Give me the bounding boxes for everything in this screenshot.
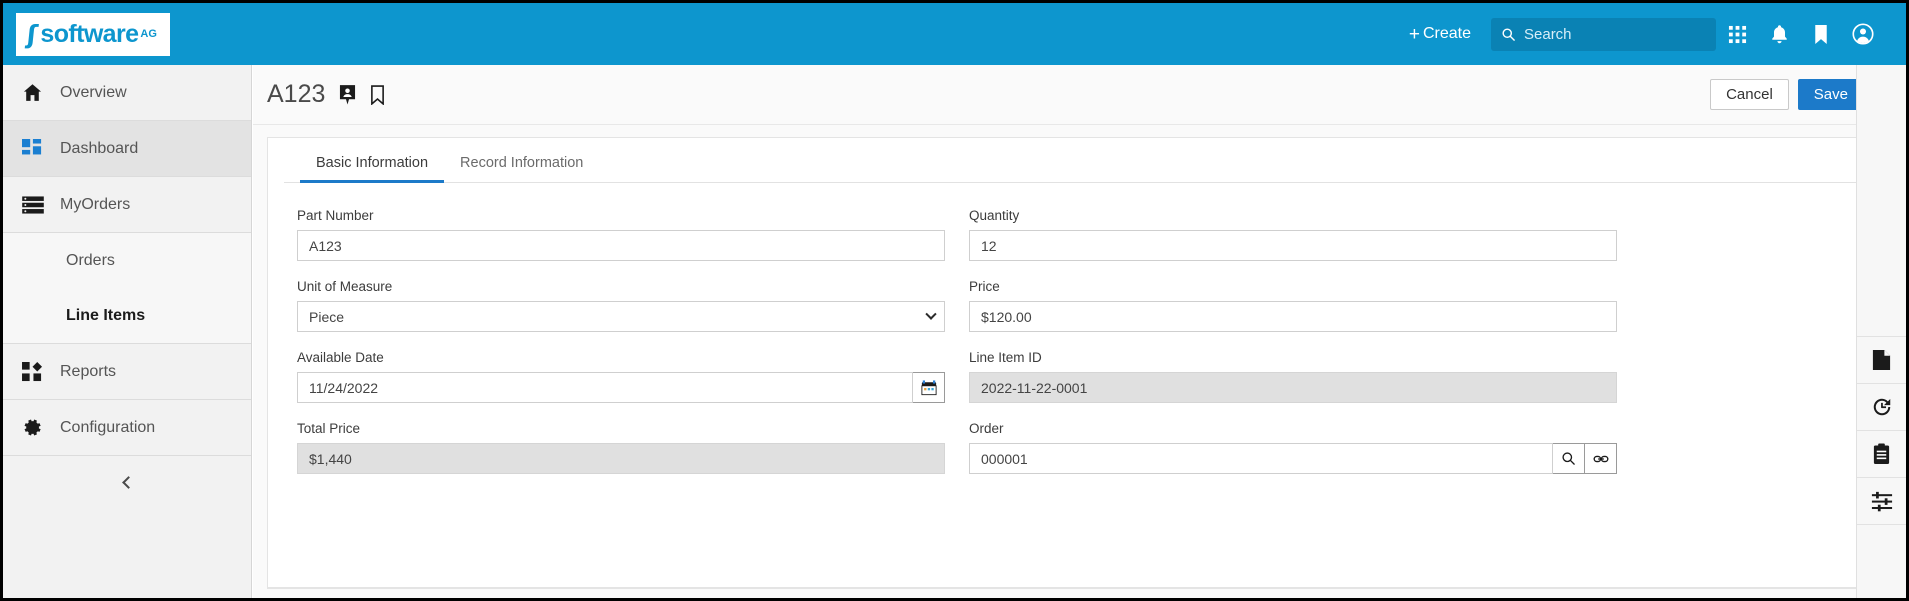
sidebar-subitem-label: Line Items bbox=[66, 306, 146, 324]
form-column-right: Quantity 12 Price $120.00 Line Item ID 2… bbox=[969, 208, 1617, 492]
plus-icon: + bbox=[1408, 23, 1420, 45]
software-ag-logo[interactable]: ʃ software AG bbox=[16, 12, 170, 56]
sidebar-item-reports[interactable]: Reports bbox=[3, 344, 251, 400]
bookmark-icon[interactable] bbox=[1800, 3, 1842, 65]
app-grid-icon[interactable] bbox=[1716, 3, 1758, 65]
form-fields-grid: Part Number A123 Unit of Measure Piece A… bbox=[268, 183, 1884, 492]
logo-wordmark: software bbox=[40, 19, 139, 48]
rail-spacer bbox=[1857, 65, 1906, 337]
application-window: ʃ software AG + Create Search Overview D… bbox=[0, 0, 1909, 601]
unit-of-measure-select[interactable]: Piece bbox=[297, 301, 945, 332]
chevron-left-icon bbox=[122, 475, 135, 489]
sidebar-subitem-orders[interactable]: Orders bbox=[3, 233, 251, 288]
global-header: ʃ software AG + Create Search bbox=[3, 3, 1906, 65]
create-button-label: Create bbox=[1422, 25, 1471, 42]
tab-record-information[interactable]: Record Information bbox=[444, 155, 599, 182]
sidebar-item-label: Dashboard bbox=[60, 139, 139, 157]
field-part-number: Part Number A123 bbox=[297, 208, 945, 261]
sidebar-item-dashboard[interactable]: Dashboard bbox=[3, 121, 251, 177]
settings-sliders-icon[interactable] bbox=[1857, 478, 1906, 525]
form-tabs: Basic Information Record Information bbox=[284, 138, 1868, 183]
notifications-bell-icon[interactable] bbox=[1758, 3, 1800, 65]
available-date-group: 11/24/2022 bbox=[297, 372, 945, 403]
create-button[interactable]: + Create bbox=[1409, 25, 1471, 44]
field-label: Total Price bbox=[297, 421, 361, 436]
field-unit-of-measure: Unit of Measure Piece bbox=[297, 279, 945, 332]
sidebar-item-label: Reports bbox=[60, 362, 117, 380]
gear-icon bbox=[22, 417, 56, 438]
total-price-readonly-value: $1,440 bbox=[297, 443, 945, 474]
field-label: Available Date bbox=[297, 350, 384, 365]
order-input[interactable]: 000001 bbox=[969, 443, 1553, 474]
field-label: Quantity bbox=[969, 208, 1020, 223]
right-tool-rail bbox=[1856, 65, 1906, 598]
field-order: Order 000001 bbox=[969, 421, 1617, 474]
sidebar-item-label: MyOrders bbox=[60, 195, 131, 213]
tab-basic-information[interactable]: Basic Information bbox=[300, 155, 445, 183]
unit-of-measure-value: Piece bbox=[309, 308, 345, 325]
chevron-down-icon bbox=[925, 308, 937, 320]
document-icon[interactable] bbox=[1857, 337, 1906, 384]
field-label: Part Number bbox=[297, 208, 374, 223]
field-available-date: Available Date 11/24/2022 bbox=[297, 350, 945, 403]
sidebar-collapse-button[interactable] bbox=[3, 456, 251, 508]
search-placeholder: Search bbox=[1524, 25, 1572, 43]
clipboard-icon[interactable] bbox=[1857, 431, 1906, 478]
part-number-input[interactable]: A123 bbox=[297, 230, 945, 261]
global-search-input[interactable]: Search bbox=[1491, 17, 1716, 51]
sidebar-subitem-line-items[interactable]: Line Items bbox=[3, 288, 251, 343]
calendar-icon[interactable] bbox=[913, 372, 945, 403]
sidebar-subitems: Orders Line Items bbox=[3, 233, 251, 344]
search-icon[interactable] bbox=[1553, 443, 1585, 474]
field-label: Price bbox=[969, 279, 1000, 294]
field-line-item-id: Line Item ID 2022-11-22-0001 bbox=[969, 350, 1617, 403]
left-navigation-sidebar: Overview Dashboard MyOrders Orders Line … bbox=[3, 65, 252, 598]
cancel-button[interactable]: Cancel bbox=[1710, 79, 1789, 110]
logo-superscript: AG bbox=[140, 27, 157, 40]
sidebar-subitem-label: Orders bbox=[66, 251, 115, 269]
record-form-card: Basic Information Record Information Par… bbox=[267, 137, 1885, 589]
order-lookup-group: 000001 bbox=[969, 443, 1617, 474]
sidebar-item-label: Overview bbox=[60, 83, 127, 101]
user-account-icon[interactable] bbox=[1842, 3, 1884, 65]
save-button[interactable]: Save bbox=[1797, 79, 1864, 110]
sidebar-item-configuration[interactable]: Configuration bbox=[3, 400, 251, 456]
contact-pin-icon[interactable] bbox=[339, 84, 356, 105]
quantity-input[interactable]: 12 bbox=[969, 230, 1617, 261]
dashboard-grid-icon bbox=[22, 138, 56, 159]
page-header: A123 Cancel Save bbox=[253, 65, 1906, 125]
search-icon bbox=[1502, 27, 1515, 41]
page-title: A123 bbox=[267, 80, 326, 108]
sidebar-item-label: Configuration bbox=[60, 418, 156, 436]
history-clock-icon[interactable] bbox=[1857, 384, 1906, 431]
available-date-input[interactable]: 11/24/2022 bbox=[297, 372, 913, 403]
bookmark-outline-icon[interactable] bbox=[370, 84, 385, 105]
price-input[interactable]: $120.00 bbox=[969, 301, 1617, 332]
sidebar-item-overview[interactable]: Overview bbox=[3, 65, 251, 121]
field-label: Line Item ID bbox=[969, 350, 1042, 365]
form-column-left: Part Number A123 Unit of Measure Piece A… bbox=[297, 208, 945, 492]
logo-glyph-icon: ʃ bbox=[25, 19, 39, 49]
header-actions: + Create Search bbox=[1409, 3, 1906, 65]
field-quantity: Quantity 12 bbox=[969, 208, 1617, 261]
sidebar-item-myorders[interactable]: MyOrders bbox=[3, 177, 251, 233]
home-icon bbox=[22, 82, 56, 103]
link-icon[interactable] bbox=[1585, 443, 1617, 474]
field-label: Order bbox=[969, 421, 1004, 436]
reports-shapes-icon bbox=[22, 361, 56, 382]
field-price: Price $120.00 bbox=[969, 279, 1617, 332]
list-rows-icon bbox=[22, 195, 56, 214]
main-content-area: A123 Cancel Save Basic Information Recor… bbox=[253, 65, 1906, 598]
field-total-price: Total Price $1,440 bbox=[297, 421, 945, 474]
line-item-id-readonly-value: 2022-11-22-0001 bbox=[969, 372, 1617, 403]
field-label: Unit of Measure bbox=[297, 279, 393, 294]
